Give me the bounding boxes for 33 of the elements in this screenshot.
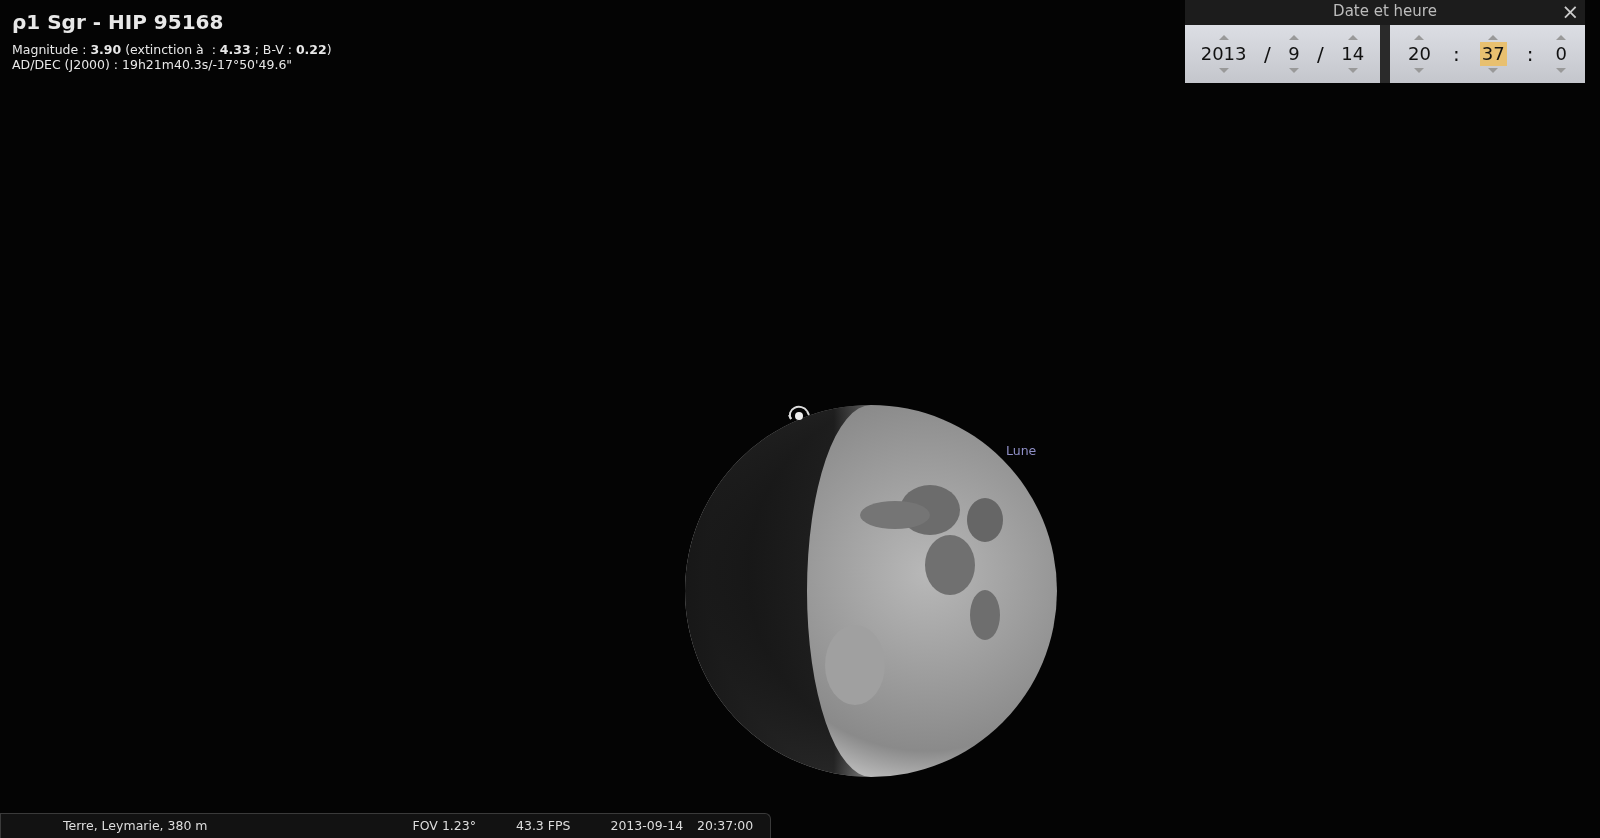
- spin-down-icon[interactable]: [1488, 68, 1499, 73]
- spin-field[interactable]: 2013: [1198, 42, 1249, 66]
- fov-text: FOV 1.23°: [412, 816, 476, 835]
- object-title: ρ1 Sgr - HIP 95168: [12, 10, 225, 34]
- date-text: 2013-09-14: [610, 816, 684, 835]
- spin-field[interactable]: 14: [1339, 42, 1367, 66]
- spin-up-icon[interactable]: [1488, 35, 1499, 40]
- spin-field[interactable]: 0: [1553, 42, 1569, 66]
- separator: :: [1452, 41, 1460, 68]
- spin-down-icon[interactable]: [1414, 68, 1425, 73]
- separator: /: [1317, 41, 1324, 68]
- close-button[interactable]: ×: [1561, 0, 1579, 24]
- spin-field[interactable]: 9: [1286, 42, 1302, 66]
- time-text: 20:37:00: [697, 816, 754, 835]
- object-info-line: Magnitude : 3.90 (extinction à : 4.33 ; B-V : 0.22): [12, 42, 332, 57]
- dialog-title: Date et heure: [1333, 2, 1437, 20]
- separator: /: [1264, 41, 1271, 68]
- spin-down-icon[interactable]: [1347, 68, 1358, 73]
- spin-down-icon[interactable]: [1556, 68, 1567, 73]
- spin-up-icon[interactable]: [1556, 35, 1567, 40]
- spin-up-icon[interactable]: [1414, 35, 1425, 40]
- separator: :: [1526, 41, 1534, 68]
- spin-up-icon[interactable]: [1347, 35, 1358, 40]
- spin-field[interactable]: 37: [1479, 42, 1507, 66]
- object-info-line: AD/DEC (J2000) : 19h21m40.3s/-17°50'49.6": [12, 57, 294, 72]
- location-text: Terre, Leymarie, 380 m: [63, 816, 208, 835]
- spin-up-icon[interactable]: [1218, 35, 1229, 40]
- spin-up-icon[interactable]: [1288, 35, 1299, 40]
- spin-down-icon[interactable]: [1218, 68, 1229, 73]
- moon-label: Lune: [1006, 442, 1037, 460]
- fps-text: 43.3 FPS: [516, 816, 571, 835]
- spin-field[interactable]: 20: [1406, 42, 1433, 66]
- spin-down-icon[interactable]: [1288, 68, 1299, 73]
